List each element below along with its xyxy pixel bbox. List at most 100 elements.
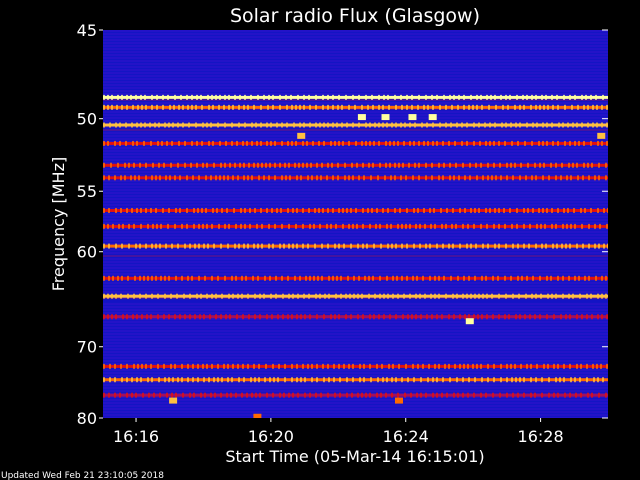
band-speckle xyxy=(214,392,216,398)
band-speckle xyxy=(482,293,484,299)
band-speckle xyxy=(338,243,340,249)
band-speckle xyxy=(164,275,166,281)
band-speckle xyxy=(606,314,608,320)
background-row xyxy=(103,93,608,95)
band-speckle xyxy=(220,314,222,320)
band-speckle xyxy=(539,314,541,320)
background-row xyxy=(103,273,608,275)
background-row xyxy=(103,267,608,269)
band-speckle xyxy=(387,208,389,214)
band-speckle xyxy=(108,275,110,281)
band-speckle xyxy=(151,243,153,249)
band-speckle xyxy=(557,392,559,398)
background-row xyxy=(103,255,608,257)
band-speckle xyxy=(151,104,153,110)
background-row xyxy=(103,147,608,149)
band-speckle xyxy=(331,162,333,168)
band-speckle xyxy=(583,104,585,110)
band-speckle xyxy=(303,293,305,299)
band-speckle xyxy=(302,162,304,168)
band-speckle xyxy=(438,175,440,181)
band-speckle xyxy=(289,175,291,181)
band-speckle xyxy=(591,392,593,398)
band-speckle xyxy=(425,392,427,398)
band-speckle xyxy=(569,243,571,249)
band-speckle xyxy=(394,175,396,181)
band-speckle xyxy=(243,243,245,249)
band-speckle xyxy=(257,275,259,281)
band-speckle xyxy=(545,94,547,100)
band-speckle xyxy=(103,392,105,398)
band-speckle xyxy=(456,122,458,128)
band-speckle xyxy=(114,363,116,369)
band-speckle xyxy=(121,275,123,281)
band-speckle xyxy=(551,208,553,214)
band-speckle xyxy=(426,122,428,128)
band-speckle xyxy=(279,392,281,398)
band-speckle xyxy=(194,314,196,320)
band-speckle xyxy=(351,392,353,398)
band-speckle xyxy=(461,140,463,146)
band-speckle xyxy=(286,104,288,110)
band-speckle xyxy=(536,363,538,369)
band-speckle xyxy=(108,392,110,398)
band-speckle xyxy=(441,223,443,229)
band-speckle xyxy=(139,293,141,299)
band-speckle xyxy=(534,162,536,168)
band-speckle xyxy=(439,104,441,110)
band-speckle xyxy=(263,293,265,299)
band-speckle xyxy=(268,94,270,100)
band-speckle xyxy=(319,223,321,229)
band-speckle xyxy=(137,363,139,369)
band-speckle xyxy=(516,208,518,214)
band-speckle xyxy=(208,104,210,110)
band-speckle xyxy=(266,140,268,146)
band-speckle xyxy=(429,208,431,214)
band-speckle xyxy=(588,275,590,281)
band-speckle xyxy=(562,275,564,281)
band-speckle xyxy=(308,94,310,100)
band-speckle xyxy=(375,223,377,229)
band-speckle xyxy=(145,243,147,249)
band-speckle xyxy=(590,94,592,100)
band-speckle xyxy=(416,275,418,281)
band-speckle xyxy=(530,104,532,110)
band-speckle xyxy=(220,243,222,249)
band-speckle xyxy=(328,377,330,383)
band-speckle xyxy=(313,275,315,281)
band-speckle xyxy=(238,122,240,128)
band-speckle xyxy=(226,392,228,398)
band-speckle xyxy=(126,377,128,383)
band-speckle xyxy=(212,208,214,214)
band-speckle xyxy=(400,122,402,128)
band-speckle xyxy=(352,175,354,181)
band-speckle xyxy=(365,122,367,128)
band-speckle xyxy=(145,104,147,110)
band-speckle xyxy=(174,363,176,369)
band-speckle xyxy=(140,94,142,100)
band-speckle xyxy=(376,363,378,369)
band-speckle xyxy=(237,293,239,299)
band-speckle xyxy=(420,392,422,398)
band-speckle xyxy=(212,104,214,110)
band-speckle xyxy=(117,94,119,100)
band-speckle xyxy=(315,293,317,299)
background-row xyxy=(103,309,608,311)
band-speckle xyxy=(463,94,465,100)
band-speckle xyxy=(569,363,571,369)
band-speckle xyxy=(429,243,431,249)
band-speckle xyxy=(380,243,382,249)
band-speckle xyxy=(414,162,416,168)
band-speckle xyxy=(586,377,588,383)
band-speckle xyxy=(187,377,189,383)
band-speckle xyxy=(606,122,608,128)
band-speckle xyxy=(269,275,271,281)
band-speckle xyxy=(294,162,296,168)
band-speckle xyxy=(249,223,251,229)
band-speckle xyxy=(163,162,165,168)
band-speckle xyxy=(236,140,238,146)
band-speckle xyxy=(384,175,386,181)
band-speckle xyxy=(254,293,256,299)
band-speckle xyxy=(103,104,105,110)
band-speckle xyxy=(412,363,414,369)
